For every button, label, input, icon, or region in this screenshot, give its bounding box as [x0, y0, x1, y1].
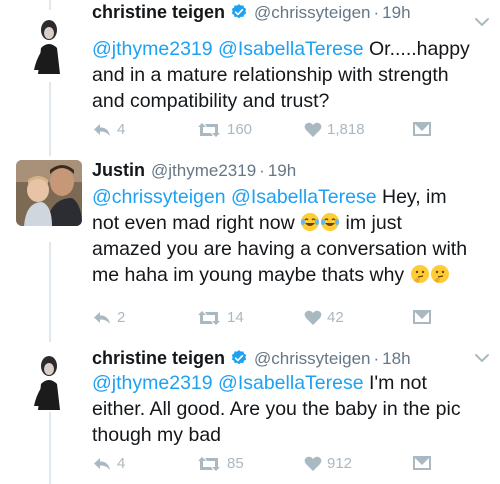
- retweet-button[interactable]: 160: [196, 121, 252, 138]
- display-name[interactable]: christine teigen: [92, 2, 225, 23]
- like-count: 912: [327, 455, 353, 472]
- retweet-icon: [198, 456, 220, 471]
- direct-message-icon: [413, 456, 431, 470]
- display-name[interactable]: christine teigen: [92, 348, 225, 369]
- thinking-face-emoji: [430, 265, 449, 283]
- tweet-header: christine teigen @chrissyteigen · 19h: [92, 0, 470, 26]
- direct-message-button[interactable]: [412, 309, 432, 325]
- retweet-count: 85: [227, 455, 244, 472]
- tweet-header: christine teigen @chrissyteigen · 18h: [92, 346, 470, 372]
- timestamp[interactable]: 18h: [382, 349, 410, 369]
- direct-message-button[interactable]: [412, 121, 432, 137]
- mention-link[interactable]: @IsabellaTerese: [218, 38, 364, 60]
- reply-count: 4: [117, 455, 126, 472]
- tweet-header: Justin @jthyme2319 · 19h: [92, 160, 470, 186]
- laughing-crying-emoji: [321, 213, 340, 231]
- direct-message-icon: [413, 122, 431, 136]
- tweet-text: @jthyme2319 @IsabellaTerese I'm not eith…: [92, 372, 461, 446]
- tweet-1[interactable]: christine teigen @chrissyteigen · 19h @j…: [0, 0, 500, 150]
- reply-count: 2: [117, 309, 126, 326]
- mention-link[interactable]: @jthyme2319: [92, 38, 213, 60]
- mention-link[interactable]: @IsabellaTerese: [231, 186, 377, 208]
- handle[interactable]: @chrissyteigen: [254, 349, 370, 369]
- mention-link[interactable]: @IsabellaTerese: [218, 372, 364, 394]
- like-button[interactable]: 912: [304, 455, 352, 472]
- like-icon: [304, 310, 322, 325]
- reply-icon: [94, 123, 110, 136]
- like-button[interactable]: 1,818: [304, 121, 365, 138]
- caret-down-icon[interactable]: [474, 352, 490, 364]
- tweet-actions: 4 85 912: [92, 455, 492, 475]
- retweet-button[interactable]: 85: [196, 455, 244, 472]
- direct-message-icon: [413, 310, 431, 324]
- reply-button[interactable]: 4: [92, 121, 125, 138]
- reply-button[interactable]: 4: [92, 455, 125, 472]
- avatar[interactable]: [16, 10, 82, 76]
- like-button[interactable]: 42: [304, 309, 344, 326]
- verified-badge-icon: [231, 4, 247, 19]
- timestamp[interactable]: 19h: [268, 161, 296, 181]
- handle[interactable]: @jthyme2319: [151, 161, 256, 181]
- timestamp[interactable]: 19h: [382, 3, 410, 23]
- like-icon: [304, 122, 322, 137]
- tweet-text: @jthyme2319 @IsabellaTerese Or.....happy…: [92, 38, 470, 112]
- separator-dot: ·: [373, 349, 380, 368]
- tweet-text: @chrissyteigen @IsabellaTerese Hey, im n…: [92, 186, 468, 286]
- direct-message-button[interactable]: [412, 455, 432, 471]
- reply-icon: [94, 311, 110, 324]
- like-count: 1,818: [327, 121, 365, 138]
- like-count: 42: [327, 309, 344, 326]
- display-name[interactable]: Justin: [92, 160, 145, 181]
- laughing-crying-emoji: [301, 213, 320, 231]
- retweet-icon: [198, 310, 220, 325]
- thinking-face-emoji: [410, 265, 429, 283]
- handle[interactable]: @chrissyteigen: [254, 3, 370, 23]
- tweet-actions: 4 160 1,818: [92, 121, 492, 141]
- caret-down-icon[interactable]: [474, 16, 490, 28]
- reply-button[interactable]: 2: [92, 309, 125, 326]
- tweet-2[interactable]: Justin @jthyme2319 · 19h @chrissyteigen …: [0, 160, 500, 336]
- like-icon: [304, 456, 322, 471]
- separator-dot: ·: [373, 3, 380, 22]
- retweet-count: 14: [227, 309, 244, 326]
- tweet-actions: 2 14 42: [92, 309, 492, 329]
- verified-badge-icon: [231, 350, 247, 365]
- avatar[interactable]: [16, 346, 82, 412]
- reply-count: 4: [117, 121, 126, 138]
- retweet-icon: [198, 122, 220, 137]
- retweet-count: 160: [227, 121, 253, 138]
- mention-link[interactable]: @chrissyteigen: [92, 186, 226, 208]
- separator-dot: ·: [259, 161, 265, 180]
- reply-icon: [94, 457, 110, 470]
- mention-link[interactable]: @jthyme2319: [92, 372, 213, 394]
- avatar[interactable]: [16, 160, 82, 226]
- retweet-button[interactable]: 14: [196, 309, 244, 326]
- tweet-3[interactable]: christine teigen @chrissyteigen · 18h @j…: [0, 346, 500, 484]
